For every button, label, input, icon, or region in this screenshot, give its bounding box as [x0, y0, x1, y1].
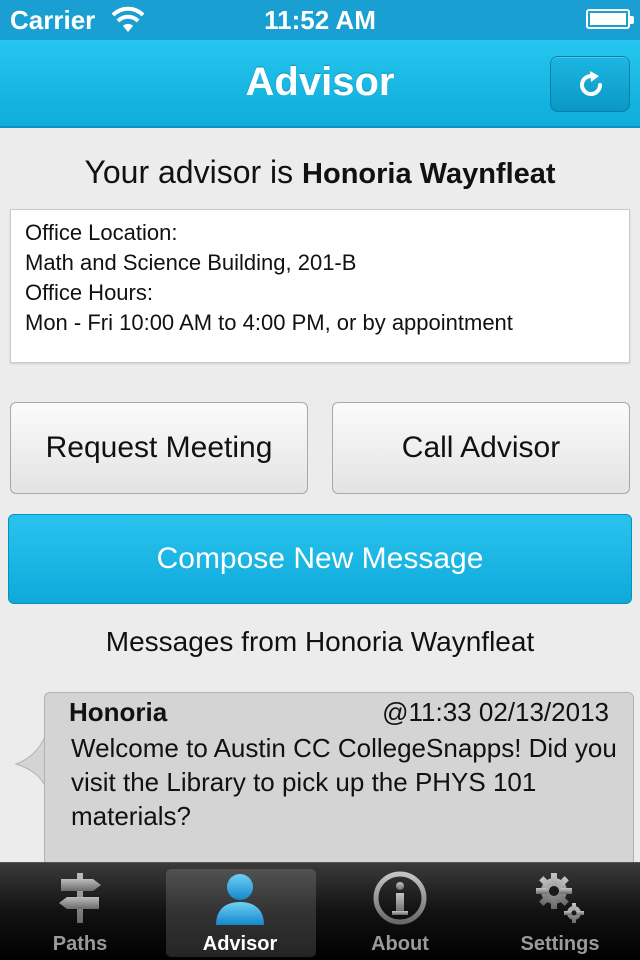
signpost-icon	[59, 873, 101, 923]
call-advisor-button[interactable]: Call Advisor	[332, 402, 630, 494]
advisor-name: Honoria Waynfleat	[302, 158, 556, 190]
compose-message-button[interactable]: Compose New Message	[8, 514, 632, 604]
message-sender: Honoria	[69, 697, 168, 727]
tab-bar: Paths Advisor About Settings	[0, 862, 640, 960]
office-location-label: Office Location:	[25, 220, 178, 245]
refresh-button[interactable]	[550, 56, 630, 112]
tab-advisor[interactable]: Advisor	[160, 863, 320, 960]
request-meeting-button[interactable]: Request Meeting	[10, 402, 308, 494]
page-title: Advisor	[245, 60, 395, 104]
tab-settings[interactable]: Settings	[480, 863, 640, 960]
status-time: 11:52 AM	[264, 5, 376, 35]
office-info-box: Office Location: Math and Science Buildi…	[10, 209, 630, 363]
office-hours: Mon - Fri 10:00 AM to 4:00 PM, or by app…	[25, 310, 513, 335]
battery-icon	[586, 9, 634, 29]
tab-label-advisor: Advisor	[202, 933, 278, 955]
gear-icon	[536, 873, 584, 923]
message-bubble[interactable]: Honoria @11:33 02/13/2013 Welcome to Aus…	[44, 692, 634, 882]
status-bar: Carrier 11:52 AM	[0, 0, 640, 40]
nav-bar: Advisor	[0, 40, 640, 128]
refresh-icon	[580, 71, 602, 96]
message-timestamp: @11:33 02/13/2013	[382, 697, 609, 727]
office-location: Math and Science Building, 201-B	[25, 250, 357, 275]
message-body: Welcome to Austin CC CollegeSnapps! Did …	[71, 733, 617, 831]
tab-label-about: About	[371, 933, 429, 955]
tab-about[interactable]: About	[320, 863, 480, 960]
info-icon	[373, 871, 427, 925]
tab-label-settings: Settings	[520, 933, 600, 955]
office-hours-label: Office Hours:	[25, 280, 153, 305]
messages-heading: Messages from Honoria Waynfleat	[105, 626, 535, 657]
advisor-prefix: Your advisor is	[84, 154, 294, 190]
advisor-heading: Your advisor is Honoria Waynfleat	[0, 154, 640, 191]
person-icon	[216, 874, 264, 925]
tab-paths[interactable]: Paths	[0, 863, 160, 960]
tab-label-paths: Paths	[52, 933, 108, 955]
